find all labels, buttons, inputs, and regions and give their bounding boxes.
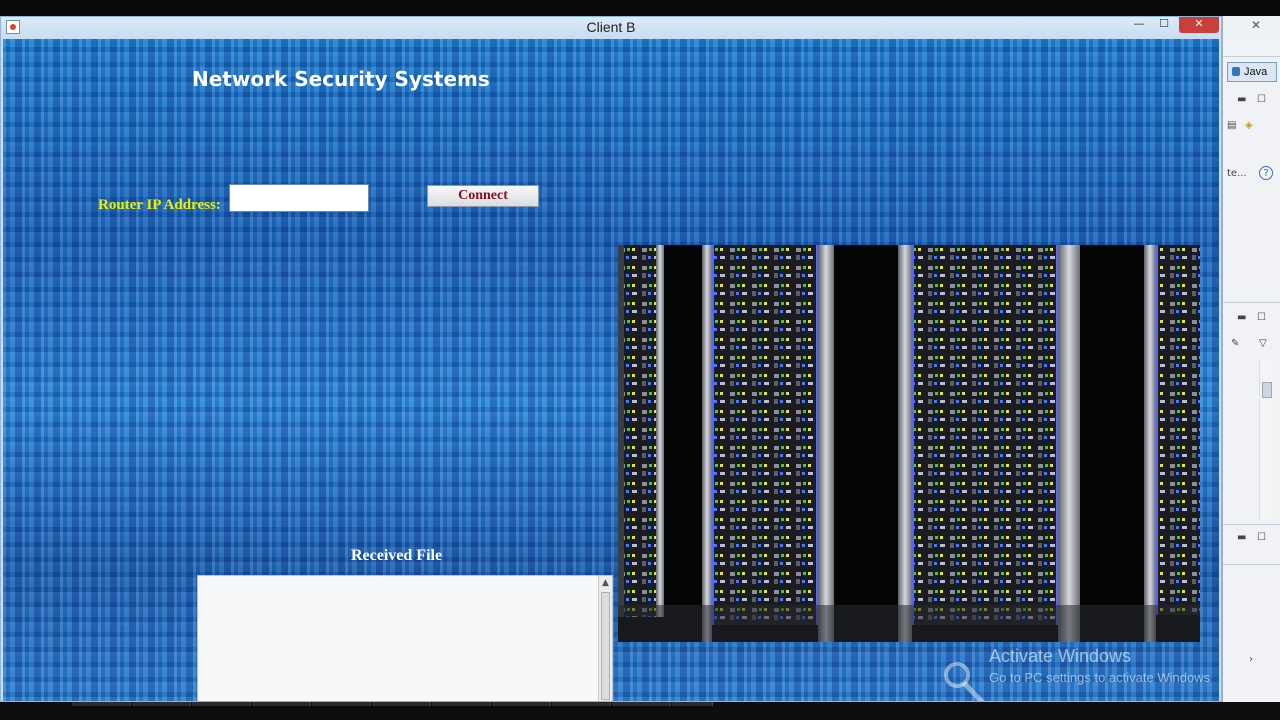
router-ip-label: Router IP Address:	[98, 197, 221, 213]
scrollbar-thumb[interactable]	[601, 592, 610, 700]
hierarchy-icon[interactable]: ◈	[1245, 120, 1253, 131]
taskbar-item[interactable]	[492, 702, 551, 706]
maximize-view-icon[interactable]: ☐	[1257, 312, 1266, 323]
help-icon[interactable]: ?	[1259, 166, 1273, 180]
ide-side-panel: ✕ Java ▬ ☐ ▤ ◈ te... ? ▬ ☐ ✎ ▽ ▬ ☐ ›	[1222, 16, 1280, 702]
server-room-image	[618, 245, 1200, 642]
view-truncated-label[interactable]: te...	[1227, 168, 1247, 179]
maximize-view-icon[interactable]: ☐	[1257, 532, 1266, 543]
ide-toolbar: ✕	[1223, 16, 1280, 40]
watermark-subtitle: Go to PC settings to activate Windows	[989, 670, 1211, 685]
content-panel: Network Security Systems Router IP Addre…	[3, 39, 1219, 701]
watermark-title: Activate Windows	[989, 646, 1132, 666]
taskbar-item[interactable]	[132, 702, 191, 706]
window-title: Client B	[586, 19, 636, 35]
pin-icon[interactable]: ✎	[1231, 338, 1239, 349]
ide-scrollbar-thumb[interactable]	[1262, 382, 1272, 398]
minimize-view-icon[interactable]: ▬	[1237, 312, 1246, 323]
activation-key-icon	[944, 662, 985, 701]
server-racks-graphic	[618, 245, 1200, 642]
taskbar-item[interactable]	[312, 702, 371, 706]
taskbar-item[interactable]	[372, 702, 431, 706]
taskbar-item[interactable]	[252, 702, 311, 706]
minimize-view-icon[interactable]: ▬	[1237, 532, 1246, 543]
taskbar-item[interactable]	[552, 702, 611, 706]
scroll-up-arrow-icon[interactable]: ▲	[599, 578, 612, 588]
taskbar-item[interactable]	[432, 702, 491, 706]
perspective-tab-java[interactable]: Java	[1227, 62, 1277, 82]
received-file-scrollbar[interactable]: ▲	[598, 576, 612, 701]
scroll-right-arrow-icon[interactable]: ›	[1249, 654, 1253, 665]
ide-scrollbar[interactable]	[1259, 360, 1273, 520]
received-file-textarea[interactable]: ▲	[197, 575, 613, 701]
received-file-label: Received File	[351, 547, 443, 564]
close-button[interactable]: ✕	[1179, 17, 1219, 33]
title-bar[interactable]: Client B — ☐ ✕	[1, 17, 1221, 39]
screen: Client B — ☐ ✕ Network Security Systems …	[0, 0, 1280, 720]
minimize-view-icon[interactable]: ▬	[1237, 94, 1246, 105]
ide-divider	[1223, 302, 1280, 303]
taskbar-item[interactable]	[72, 702, 131, 706]
ide-close-icon[interactable]: ✕	[1251, 18, 1261, 32]
taskbar-item[interactable]	[192, 702, 251, 706]
page-title: Network Security Systems	[192, 67, 490, 91]
ide-divider	[1223, 524, 1280, 525]
taskbar	[0, 702, 1280, 720]
maximize-view-icon[interactable]: ☐	[1257, 94, 1266, 105]
client-window: Client B — ☐ ✕ Network Security Systems …	[0, 16, 1222, 702]
connect-button[interactable]: Connect	[427, 185, 539, 207]
ide-divider	[1223, 564, 1280, 565]
maximize-button[interactable]: ☐	[1153, 17, 1175, 33]
view-menu-icon[interactable]: ▽	[1259, 338, 1267, 349]
taskbar-item[interactable]	[672, 702, 713, 706]
router-ip-input[interactable]	[229, 184, 369, 212]
minimize-button[interactable]: —	[1129, 17, 1149, 33]
outline-icon[interactable]: ▤	[1227, 120, 1236, 131]
top-strip	[0, 0, 1280, 16]
ide-divider	[1223, 56, 1280, 57]
taskbar-item[interactable]	[612, 702, 671, 706]
